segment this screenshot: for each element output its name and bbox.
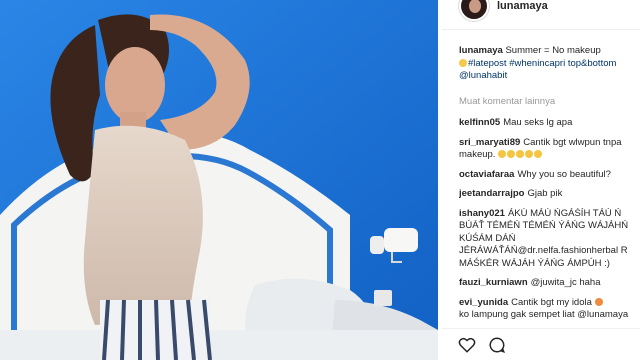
smile-emoji-icon [516,150,525,158]
comment-username[interactable]: sri_maryati89 [459,137,520,148]
comment-text: Gjab pik [527,188,563,199]
post-sidebar: lunamaya lunamaya Summer = No makeup #la… [442,0,640,360]
post-photo[interactable] [0,0,438,360]
comment-item: octaviafaraa Why you so beautiful? [459,169,640,182]
load-more-comments-button[interactable]: Muat komentar lainnya [459,96,555,107]
comment-text: Why you so beautiful? [517,168,611,180]
comment-text-continued: MÁŚKÉR WÁJÁH ÝÁŃG ÁMPÚH :) [459,257,610,269]
smile-emoji-icon [507,150,516,158]
heart-eyes-emoji-icon [594,297,603,306]
caption-hashtags[interactable]: #latepost #whenincapri top&bottom [468,58,616,69]
heart-icon[interactable] [458,336,476,354]
smile-emoji-icon [534,150,543,158]
comment-item: ishany021 ÁKÚ MÁÚ ŃGÁŚÍH TÁÚ Ń BÚÁŤ TÉMÉŃ… [459,208,640,271]
photo-illustration [0,0,438,360]
comment-username[interactable]: octaviafaraa [459,169,514,180]
comment-item: sri_maryati89 Cantik bgt wlwpun tnpa make… [459,137,640,162]
comment-text: Mau seks lg apa [503,117,573,128]
comment-text-continued: BÚÁŤ TÉMÉŃ TÉMÉŃ ÝÁŃG WÁJÁHŃ [459,220,629,231]
caption-username[interactable]: lunamaya [459,45,503,56]
comment-username[interactable]: kelfinn05 [459,117,500,128]
comment-username[interactable]: fauzi_kurniawn [459,277,528,288]
smile-emoji-icon [525,150,534,158]
comment-text-continued: JÉRÁWÁŤÁŃ@dr.nelfa.fashionherbal R [459,245,628,256]
comment-item: fauzi_kurniawn @juwita_jc haha [459,277,640,290]
comment-text: Cantik bgt wlwpun tnpa [523,136,622,148]
smile-emoji-icon [498,150,507,158]
avatar[interactable] [459,0,489,21]
comment-item: kelfinn05 Mau seks lg apa [459,117,640,130]
comment-icon[interactable] [488,336,506,354]
comment-item: evi_yunida Cantik bgt my idola ko lampung… [459,297,640,322]
comment-text: @juwita_jc haha [530,277,601,288]
post-header: lunamaya [442,0,640,30]
caption-text: Summer = No makeup [505,45,601,56]
comment-text: Cantik bgt my idola [511,296,592,308]
comment-username[interactable]: ishany021 [459,208,505,219]
comment-text-continued: KÚŚÁM DÁŃ [459,232,516,244]
comment-item: jeetandarrajpo Gjab pik [459,188,640,201]
comment-text: ÁKÚ MÁÚ ŃGÁŚÍH TÁÚ Ń [507,207,622,219]
action-bar [442,328,640,360]
header-username[interactable]: lunamaya [497,0,548,12]
post-caption: lunamaya Summer = No makeup #latepost #w… [459,45,640,83]
caption-mention[interactable]: @lunahabit [459,70,507,81]
comment-username[interactable]: evi_yunida [459,297,508,308]
comment-username[interactable]: jeetandarrajpo [459,188,524,199]
sun-emoji-icon [459,58,467,67]
comment-text-continued: ko lampung gak sempet liat @lunamaya [459,309,629,320]
comment-text-continued: makeup. [459,149,496,160]
comment-list: kelfinn05 Mau seks lg apa sri_maryati89 Ca… [459,117,640,329]
